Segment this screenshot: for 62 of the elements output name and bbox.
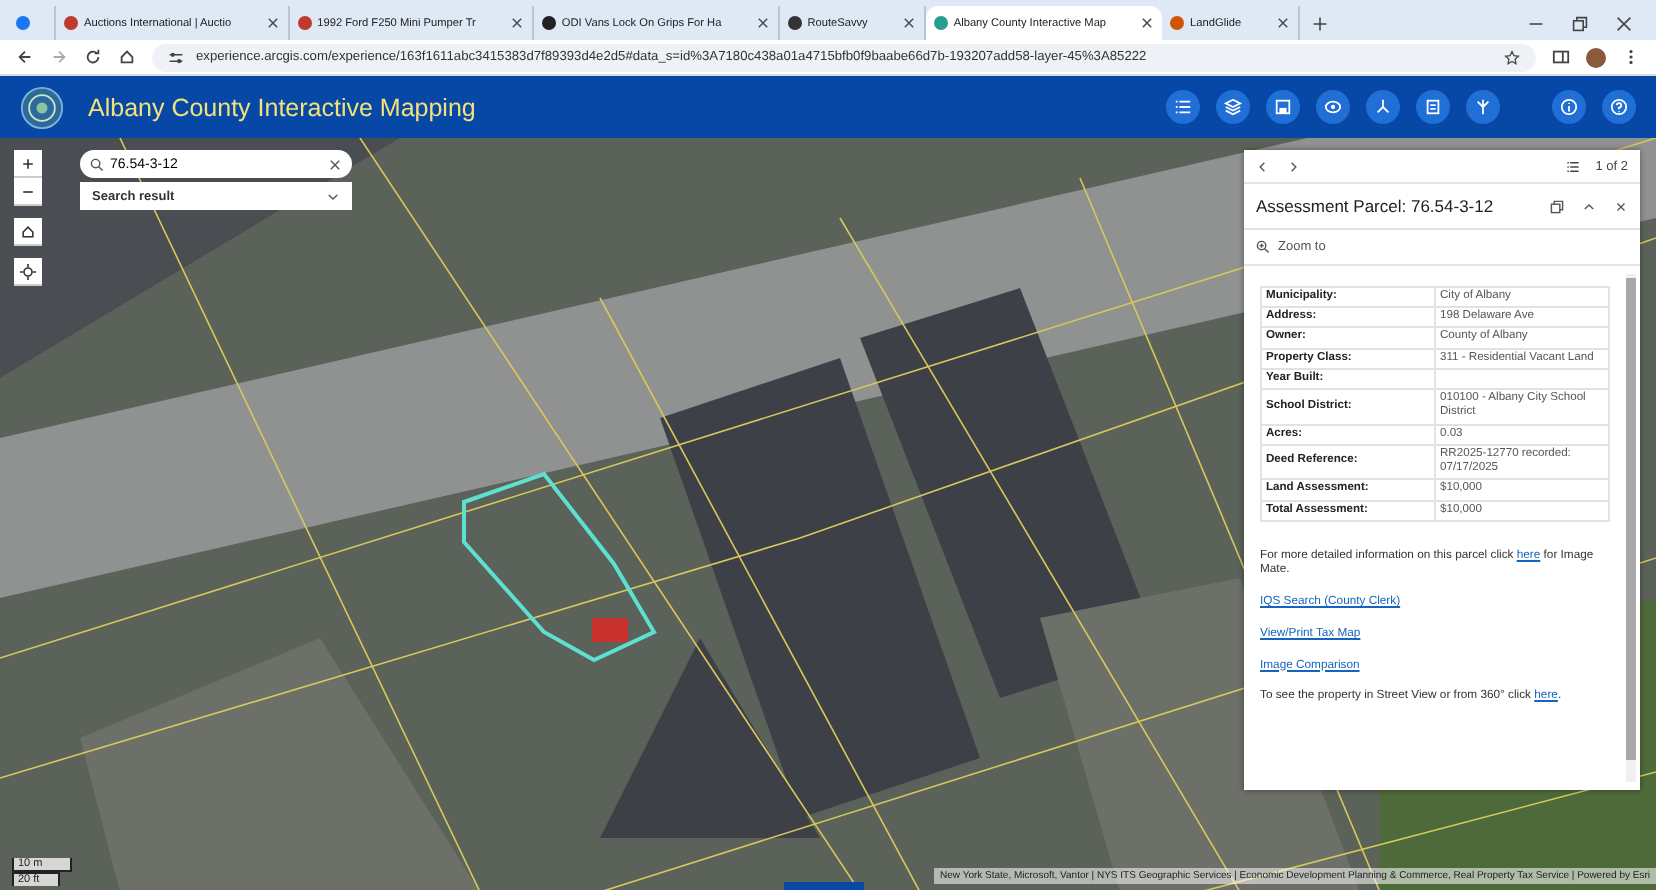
locate-button[interactable] [14,258,42,286]
favicon-icon [787,16,802,30]
clear-icon[interactable] [328,157,342,171]
close-window-icon[interactable] [1616,15,1632,31]
dock-icon[interactable] [1550,199,1564,213]
back-icon[interactable] [16,48,34,66]
favicon-icon [64,16,78,30]
restore-icon[interactable] [1572,15,1588,31]
profile-avatar[interactable] [1586,47,1606,67]
list-icon[interactable] [1565,159,1580,173]
layers-button[interactable] [1216,90,1250,124]
eye-icon [1324,98,1342,116]
app-title: Albany County Interactive Mapping [88,93,478,121]
layers-icon [1224,98,1242,116]
zoom-in-button[interactable] [14,150,42,178]
county-seal-icon [20,85,64,129]
zoom-out-button[interactable] [14,178,42,206]
bottom-panel-handle[interactable] [784,882,864,890]
favicon-icon [297,16,312,30]
favicon-icon [16,16,30,30]
search-icon [90,157,104,171]
close-tab-icon[interactable] [755,16,770,30]
share-button[interactable] [1366,90,1400,124]
reload-icon[interactable] [84,48,102,66]
home-button[interactable] [14,218,42,246]
chevron-down-icon [326,189,340,203]
site-settings-icon[interactable] [168,49,184,65]
close-tab-icon[interactable] [265,16,280,30]
previous-icon[interactable] [1256,159,1270,173]
document-icon [1424,98,1442,116]
favicon-icon [933,16,948,30]
list-icon [1174,98,1192,116]
favicon-icon [541,16,556,30]
branch-icon [1374,98,1392,116]
collapse-icon[interactable] [1582,199,1596,213]
close-tab-icon[interactable] [1275,16,1290,30]
bookmark-star-icon[interactable] [1504,49,1520,65]
close-tab-icon[interactable] [1140,16,1155,30]
list-button[interactable] [1166,90,1200,124]
save-icon [1274,98,1292,116]
info-icon [1560,98,1578,116]
help-icon [1610,98,1628,116]
print-button[interactable] [1416,90,1450,124]
plus-icon [20,156,36,172]
side-panel-icon[interactable] [1552,48,1570,66]
home-icon [20,224,36,240]
home-icon[interactable] [118,48,136,66]
next-icon[interactable] [1286,159,1300,173]
basemap-button[interactable] [1316,90,1350,124]
close-tab-icon[interactable] [509,16,524,30]
fork-icon [1474,98,1492,116]
popup-title: Assessment Parcel: 76.54-3-12 [1256,196,1496,216]
zoom-in-icon [1256,240,1270,254]
new-tab-icon[interactable] [1311,15,1328,31]
save-button[interactable] [1266,90,1300,124]
favicon-icon [1170,16,1185,30]
crosshair-icon [20,264,36,280]
info-button[interactable] [1552,90,1586,124]
measure-button[interactable] [1466,90,1500,124]
close-tab-icon[interactable] [901,16,916,30]
close-icon[interactable] [1614,199,1628,213]
help-button[interactable] [1602,90,1636,124]
